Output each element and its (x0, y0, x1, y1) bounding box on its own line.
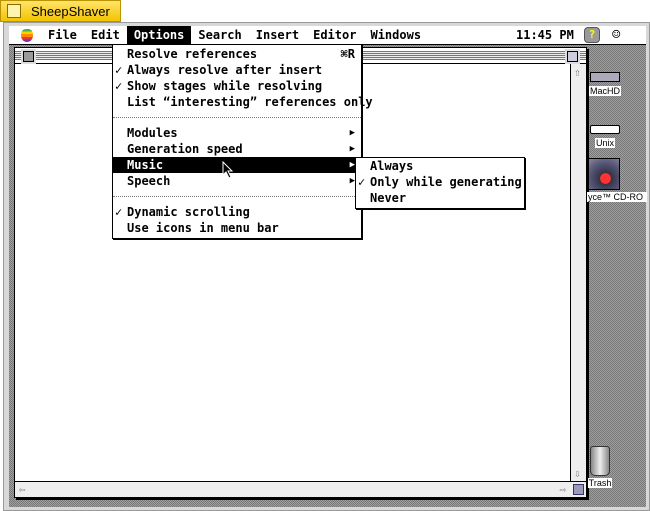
menu-item-music[interactable]: Music ▶ (113, 157, 361, 173)
zoom-box[interactable] (567, 51, 578, 62)
menu-item-always-resolve[interactable]: ✓ Always resolve after insert (113, 62, 361, 78)
submenu-item-always[interactable]: Always (356, 158, 524, 174)
scroll-up-arrow-icon[interactable]: ⇧ (574, 66, 581, 79)
host-title: SheepShaver (31, 3, 110, 19)
menu-windows[interactable]: Windows (363, 26, 428, 44)
menu-separator (113, 196, 361, 197)
trash-icon (590, 446, 610, 476)
application-menu-icon[interactable]: ☺ (612, 27, 620, 43)
scroll-right-arrow-icon[interactable]: ⇨ (559, 483, 566, 496)
cd-icon (588, 158, 620, 190)
help-icon[interactable]: ? (584, 27, 600, 43)
disk-icon (590, 125, 620, 134)
desktop-icon-unix[interactable]: Unix (589, 125, 621, 148)
menu-editor[interactable]: Editor (306, 26, 363, 44)
desktop-icon-cd[interactable]: yce™ CD-RO (587, 158, 647, 202)
menu-item-modules[interactable]: Modules ▶ (113, 125, 361, 141)
shortcut-label: ⌘R (340, 47, 355, 61)
submenu-item-only-while-generating[interactable]: ✓ Only while generating (356, 174, 524, 190)
grow-box[interactable] (573, 484, 584, 495)
scroll-left-arrow-icon[interactable]: ⇦ (19, 483, 26, 496)
desktop-icon-machd[interactable]: MacHD (589, 72, 622, 96)
submenu-arrow-icon: ▶ (349, 144, 355, 154)
menu-item-dynamic-scrolling[interactable]: ✓ Dynamic scrolling (113, 204, 361, 220)
close-box[interactable] (23, 51, 34, 62)
submenu-item-never[interactable]: Never (356, 190, 524, 206)
options-menu: Resolve references ⌘R ✓ Always resolve aft… (112, 44, 373, 239)
menu-edit[interactable]: Edit (84, 26, 127, 44)
host-window-tab[interactable]: SheepShaver (0, 0, 121, 22)
scroll-down-arrow-icon[interactable]: ⇩ (574, 467, 581, 480)
menu-item-resolve-references[interactable]: Resolve references ⌘R (113, 46, 361, 62)
submenu-arrow-icon: ▶ (349, 128, 355, 138)
hard-disk-icon (590, 72, 620, 82)
checkmark-icon: ✓ (115, 79, 123, 93)
checkmark-icon: ✓ (115, 205, 123, 219)
menu-insert[interactable]: Insert (249, 26, 306, 44)
apple-menu-icon[interactable] (21, 28, 33, 42)
menu-search[interactable]: Search (191, 26, 248, 44)
menu-item-list-interesting[interactable]: List “interesting” references only (113, 94, 373, 110)
vertical-scrollbar[interactable]: ⇧ ⇩ (570, 64, 586, 482)
menu-item-use-icons[interactable]: Use icons in menu bar (113, 220, 361, 236)
mouse-cursor-icon (222, 161, 234, 179)
menu-separator (113, 117, 361, 118)
music-submenu: Always ✓ Only while generating Never (355, 157, 525, 209)
checkmark-icon: ✓ (115, 63, 123, 77)
menu-file[interactable]: File (41, 26, 84, 44)
host-window-icon (7, 4, 21, 18)
desktop-icon-trash[interactable]: Trash (587, 446, 613, 488)
menu-item-show-stages[interactable]: ✓ Show stages while resolving (113, 78, 361, 94)
menu-item-speech[interactable]: Speech ▶ (113, 173, 361, 189)
checkmark-icon: ✓ (358, 175, 366, 189)
horizontal-scrollbar[interactable]: ⇦ ⇨ (15, 481, 586, 497)
menu-clock[interactable]: 11:45 PM (516, 28, 574, 42)
menu-item-generation-speed[interactable]: Generation speed ▶ (113, 141, 361, 157)
menu-options[interactable]: Options (126, 26, 192, 44)
